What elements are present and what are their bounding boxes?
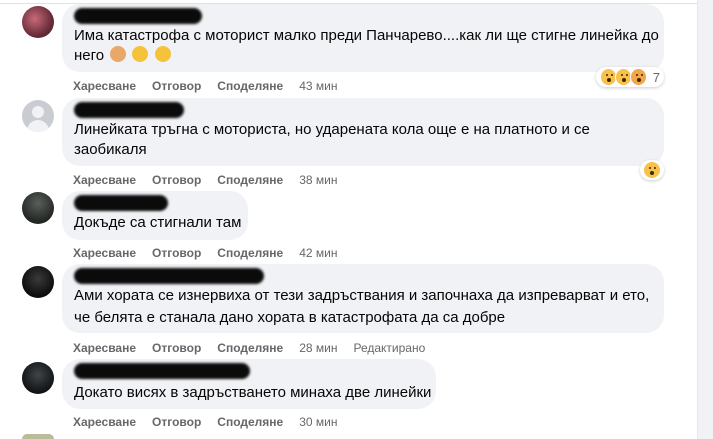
like-button[interactable]: Харесване (73, 415, 136, 429)
comment-actions: Харесване Отговор Споделяне 28 мин Редак… (73, 341, 441, 355)
comment-text-line: Има катастрофа с моторист малко преди Па… (74, 27, 659, 44)
author-name-redacted[interactable] (74, 8, 202, 24)
author-name-redacted[interactable] (74, 268, 264, 284)
comment-actions: Харесване Отговор Споделяне 30 мин (73, 415, 353, 429)
comment-text-line: Линейката тръгна с моториста, но ударена… (74, 121, 590, 138)
author-name-redacted[interactable] (74, 102, 184, 118)
reactions-summary[interactable]: 7 (596, 67, 664, 87)
share-button[interactable]: Споделяне (217, 341, 283, 355)
comment-bubble: Докато висях в задръстването минаха две … (62, 359, 436, 409)
share-button[interactable]: Споделяне (217, 173, 283, 187)
reaction-count: 7 (652, 69, 660, 85)
avatar[interactable] (22, 192, 54, 224)
comment-bubble: Има катастрофа с моторист малко преди Па… (62, 4, 664, 72)
author-name-redacted[interactable] (74, 195, 168, 211)
comment-actions: Харесване Отговор Споделяне 38 мин (73, 173, 353, 187)
reactions-summary[interactable] (640, 160, 664, 180)
comment-bubble: Линейката тръгна с моториста, но ударена… (62, 98, 664, 166)
share-button[interactable]: Споделяне (217, 79, 283, 93)
comment-actions: Харесване Отговор Споделяне 43 мин (73, 79, 353, 93)
like-button[interactable]: Харесване (73, 173, 136, 187)
comment-text-line: заобикаля (74, 141, 147, 158)
timestamp[interactable]: 30 мин (299, 415, 337, 429)
comment-text-line: него (74, 46, 171, 66)
share-button[interactable]: Споделяне (217, 246, 283, 260)
worried-face-icon (132, 46, 149, 62)
like-button[interactable]: Харесване (73, 341, 136, 355)
woman-facepalming-icon (110, 46, 127, 62)
avatar[interactable] (22, 6, 54, 38)
comment-bubble: Ами хората се изнервиха от тези задръств… (62, 264, 664, 333)
care-reaction-icon (629, 68, 647, 86)
disappointed-face-icon (154, 46, 171, 62)
timestamp[interactable]: 38 мин (299, 173, 337, 187)
comment-bubble: Докъде са стигнали там (62, 191, 248, 240)
comment-text-line: Докъде са стигнали там (74, 214, 242, 231)
avatar[interactable] (22, 266, 54, 298)
reply-button[interactable]: Отговор (152, 79, 201, 93)
like-button[interactable]: Харесване (73, 246, 136, 260)
comment-text-line: него (74, 47, 105, 64)
author-name-redacted[interactable] (74, 363, 250, 379)
like-button[interactable]: Харесване (73, 79, 136, 93)
share-button[interactable]: Споделяне (217, 415, 283, 429)
reply-button[interactable]: Отговор (152, 173, 201, 187)
avatar[interactable] (22, 362, 54, 394)
comment-text-line: Докато висях в задръстването минаха две … (74, 384, 432, 401)
avatar-partial[interactable] (22, 434, 54, 439)
avatar-default[interactable] (22, 100, 54, 132)
timestamp[interactable]: 28 мин (299, 341, 337, 355)
edited-label[interactable]: Редактирано (353, 341, 425, 355)
comment-text-line: че белята е станала дано хората в катаст… (74, 309, 506, 326)
reply-button[interactable]: Отговор (152, 415, 201, 429)
scrollbar[interactable] (697, 0, 713, 439)
reply-button[interactable]: Отговор (152, 246, 201, 260)
comment-actions: Харесване Отговор Споделяне 42 мин (73, 246, 353, 260)
comment-text-line: Ами хората се изнервиха от тези задръств… (74, 287, 650, 304)
reply-button[interactable]: Отговор (152, 341, 201, 355)
timestamp[interactable]: 42 мин (299, 246, 337, 260)
sad-reaction-icon (643, 161, 661, 179)
timestamp[interactable]: 43 мин (299, 79, 337, 93)
